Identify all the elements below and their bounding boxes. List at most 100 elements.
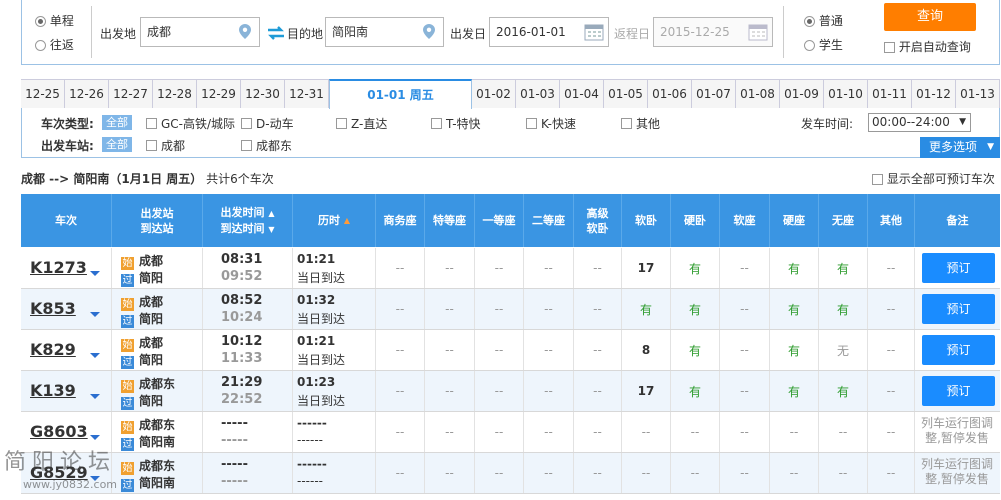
- show-all-toggle[interactable]: 显示全部可预订车次: [872, 170, 995, 187]
- date-tab-bar: 12-25 12-26 12-27 12-28 12-29 12-30 12-31 01-01…: [21, 79, 1000, 109]
- expand-arrow-icon[interactable]: [90, 394, 100, 399]
- seat-availability: --: [690, 466, 700, 480]
- train-number-link[interactable]: K829: [30, 340, 76, 359]
- book-button[interactable]: 预订: [922, 294, 995, 324]
- calendar-icon[interactable]: [584, 23, 604, 41]
- duration-note: ------: [297, 433, 323, 447]
- passenger-normal-option[interactable]: 普通: [804, 12, 843, 29]
- date-tab[interactable]: 12-25: [21, 80, 65, 108]
- date-tab[interactable]: 01-01 周五: [329, 79, 472, 109]
- pass-station-badge: 过: [121, 356, 134, 369]
- train-number-link[interactable]: G8603: [30, 422, 88, 441]
- seat-cell: 有: [770, 330, 819, 370]
- seat-availability: 有: [688, 343, 701, 358]
- divider: [91, 6, 92, 58]
- depart-time-select[interactable]: 00:00--24:00 ▼: [868, 113, 971, 132]
- train-type-k[interactable]: K-快速: [526, 115, 576, 132]
- col-duration[interactable]: 历时 ▲: [293, 194, 376, 247]
- col-soft-seat: 软座: [720, 194, 770, 247]
- date-tab[interactable]: 01-09: [780, 80, 824, 108]
- book-button[interactable]: 预订: [922, 253, 995, 283]
- date-tab[interactable]: 01-07: [692, 80, 736, 108]
- more-options-button[interactable]: 更多选项 ▼: [920, 137, 1000, 158]
- date-tab[interactable]: 01-03: [516, 80, 560, 108]
- depart-time: 21:29: [221, 375, 263, 390]
- train-type-d[interactable]: D-动车: [241, 115, 294, 132]
- book-button[interactable]: 预订: [922, 376, 995, 406]
- train-type-z[interactable]: Z-直达: [336, 115, 387, 132]
- date-tab[interactable]: 01-05: [604, 80, 648, 108]
- train-type-other[interactable]: 其他: [621, 115, 660, 132]
- date-tab[interactable]: 01-04: [560, 80, 604, 108]
- date-tab[interactable]: 12-30: [241, 80, 285, 108]
- table-row: K853 始成都过简阳 08:52 10:24 01:32 当日到达 -- -- -- -- -- 有…: [21, 289, 1000, 330]
- book-button[interactable]: 预订: [922, 335, 995, 365]
- date-tab[interactable]: 12-29: [197, 80, 241, 108]
- date-tab[interactable]: 12-26: [65, 80, 109, 108]
- seat-cell: --: [475, 330, 524, 370]
- expand-arrow-icon[interactable]: [90, 271, 100, 276]
- watermark-url: www.jy0832.com: [23, 478, 118, 491]
- col-time[interactable]: 出发时间 ▲ 到达时间 ▼: [203, 194, 293, 247]
- swap-icon[interactable]: [266, 26, 286, 40]
- seat-cell: --: [868, 412, 915, 452]
- to-input[interactable]: 简阳南: [325, 17, 444, 47]
- duration-cell: 01:21 当日到达: [293, 248, 376, 288]
- depart-date-input[interactable]: 2016-01-01: [489, 17, 609, 47]
- seat-availability: --: [395, 425, 405, 439]
- date-tab[interactable]: 12-31: [285, 80, 329, 108]
- auto-query-toggle[interactable]: 开启自动查询: [884, 38, 971, 55]
- date-tab[interactable]: 01-12: [912, 80, 956, 108]
- seat-cell: --: [868, 453, 915, 493]
- seat-cell: --: [720, 330, 770, 370]
- station-chengdu[interactable]: 成都: [146, 137, 185, 154]
- date-tab[interactable]: 12-27: [109, 80, 153, 108]
- expand-arrow-icon[interactable]: [90, 435, 100, 440]
- station-all-tag[interactable]: 全部: [102, 137, 132, 152]
- date-tab[interactable]: 01-02: [472, 80, 516, 108]
- seat-availability: --: [886, 384, 896, 398]
- expand-arrow-icon[interactable]: [90, 353, 100, 358]
- remark-note: 列车运行图调整,暂停发售: [920, 416, 993, 445]
- checkbox-icon: [431, 118, 442, 129]
- date-tab[interactable]: 01-10: [824, 80, 868, 108]
- train-number-link[interactable]: K1273: [30, 258, 87, 277]
- train-type-gc[interactable]: GC-高铁/城际: [146, 115, 235, 132]
- train-number-link[interactable]: K139: [30, 381, 76, 400]
- from-input[interactable]: 成都: [140, 17, 260, 47]
- arrive-time: 22:52: [221, 392, 263, 407]
- expand-arrow-icon[interactable]: [90, 312, 100, 317]
- date-tab[interactable]: 01-08: [736, 80, 780, 108]
- date-tab[interactable]: 01-13: [956, 80, 1000, 108]
- seat-availability: --: [544, 384, 553, 398]
- trip-round-option[interactable]: 往返: [35, 36, 74, 53]
- sort-up-icon: ▲: [343, 216, 350, 225]
- date-tab[interactable]: 01-06: [648, 80, 692, 108]
- passenger-student-option[interactable]: 学生: [804, 36, 843, 53]
- train-type-all-tag[interactable]: 全部: [102, 115, 132, 130]
- station-chengdu-east[interactable]: 成都东: [241, 137, 292, 154]
- seat-availability: --: [886, 466, 896, 480]
- search-bar: 单程 往返 出发地 成都 目的地 简阳南 出发日 2016-01-01 返程日 …: [21, 0, 1000, 65]
- seat-availability: --: [740, 261, 749, 275]
- trip-one-way-option[interactable]: 单程: [35, 12, 74, 29]
- duration: 01:21: [297, 334, 336, 348]
- date-tab[interactable]: 12-28: [153, 80, 197, 108]
- depart-time-value: 00:00--24:00: [872, 115, 950, 129]
- date-tab[interactable]: 01-11: [868, 80, 912, 108]
- duration-cell: 01:32 当日到达: [293, 289, 376, 329]
- train-type-t[interactable]: T-特快: [431, 115, 481, 132]
- seat-availability: --: [445, 261, 454, 275]
- seat-availability: --: [395, 384, 405, 398]
- col-hard-sleeper: 硬卧: [671, 194, 720, 247]
- query-button[interactable]: 查询: [884, 3, 976, 31]
- return-date-input[interactable]: 2015-12-25: [653, 17, 773, 47]
- depart-time: 08:31: [221, 252, 263, 267]
- seat-cell: --: [868, 289, 915, 329]
- seat-cell: --: [770, 453, 819, 493]
- calendar-icon[interactable]: [748, 23, 768, 41]
- pass-station-badge: 过: [121, 397, 134, 410]
- train-number-link[interactable]: K853: [30, 299, 76, 318]
- seat-availability: --: [445, 425, 454, 439]
- from-station: 成都东: [139, 418, 176, 432]
